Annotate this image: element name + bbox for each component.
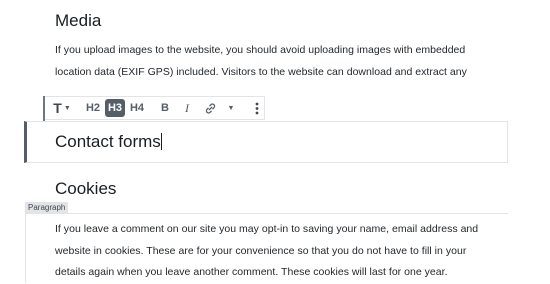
paragraph-line: location data (EXIF GPS) included. Visit… [55,65,467,78]
text-cursor [160,133,162,150]
heading-text: Contact forms [55,132,161,151]
block-switcher-group: T ▼ [44,97,80,119]
block-type-label: Paragraph [25,202,69,213]
more-group [244,97,270,119]
heading-level-group: H2 H3 H4 [80,97,150,119]
cookies-heading[interactable]: Cookies [55,179,116,199]
heading-transform-button[interactable]: T ▼ [50,99,74,117]
formatting-group: B I ▼ [150,97,244,119]
more-formats-button[interactable]: ▼ [223,99,239,117]
italic-icon: I [185,100,189,115]
chevron-down-icon: ▼ [227,104,235,112]
block-toolbar: T ▼ H2 H3 H4 B I ▼ [43,96,265,121]
paragraph-line: If you leave a comment on our site you m… [55,223,479,235]
paragraph-line: details again when you leave another com… [55,266,448,278]
heading-level-3-button[interactable]: H3 [105,99,125,117]
toolbar-edge [43,96,45,121]
media-heading[interactable]: Media [55,11,101,31]
paragraph-line: If you upload images to the website, you… [55,44,466,56]
link-icon [205,102,215,114]
chevron-down-icon: ▼ [63,104,71,112]
media-paragraph[interactable]: If you upload images to the website, you… [55,40,525,83]
bold-button[interactable]: B [155,99,175,117]
link-button[interactable] [199,99,221,117]
heading-transform-icon: T [53,100,62,116]
italic-button[interactable]: I [177,99,197,117]
bold-icon: B [161,102,169,114]
more-options-icon [255,102,259,114]
contact-forms-heading[interactable]: Contact forms [55,132,162,152]
heading-level-4-button[interactable]: H4 [127,99,147,117]
more-options-button[interactable] [250,99,264,117]
paragraph-line: website in cookies. These are for your c… [55,244,467,257]
cookies-paragraph[interactable]: If you leave a comment on our site you m… [55,219,525,284]
selected-heading-block[interactable]: Contact forms [24,121,508,163]
heading-level-2-button[interactable]: H2 [83,99,103,117]
